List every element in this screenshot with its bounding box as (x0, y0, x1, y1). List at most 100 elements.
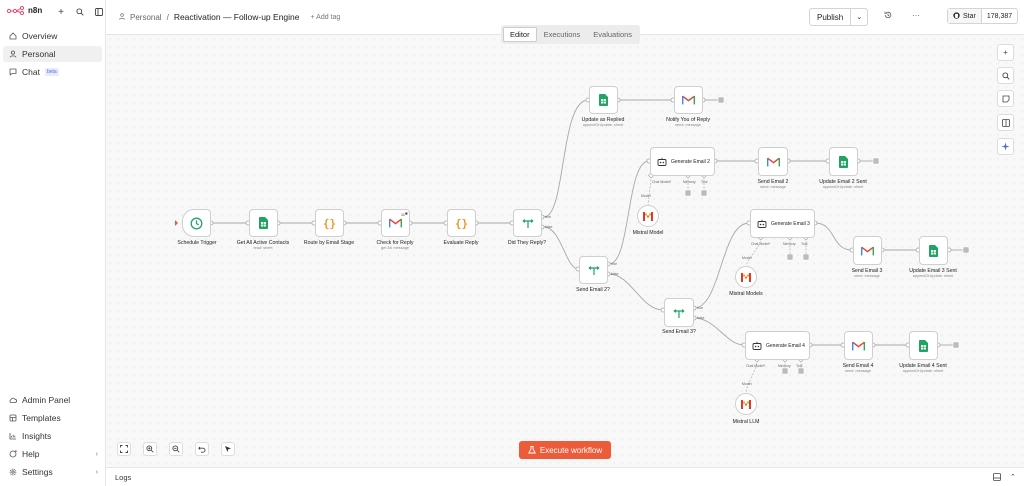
chevron-up-icon[interactable]: ⌃ (1010, 473, 1016, 481)
logs-bar[interactable]: Logs ⌃ (106, 467, 1024, 486)
gmail-icon (389, 218, 402, 228)
node-update-email-4-sent[interactable] (909, 331, 938, 360)
node-subtitle: send: message (675, 123, 701, 127)
chat-model-slot-label: Chat Model* (751, 242, 771, 246)
sidebar-toggle-icon[interactable] (94, 6, 104, 18)
github-star-button[interactable]: Star 178,387 (947, 8, 1019, 24)
node-get-active-contacts[interactable] (249, 209, 278, 237)
node-generate-email-4[interactable]: Generate Email 4 (745, 331, 810, 360)
zoom-in-button[interactable] (143, 442, 157, 456)
logs-label: Logs (115, 473, 132, 482)
node-send-email-4[interactable] (844, 331, 873, 360)
add-node-button[interactable]: + (997, 44, 1014, 61)
zoom-out-button[interactable] (169, 442, 183, 456)
node-subtitle: appendOrUpdate: sheet (582, 123, 624, 127)
node-schedule-trigger[interactable] (182, 209, 211, 237)
node-update-as-replied[interactable] (589, 86, 618, 114)
node-label: Schedule Trigger (177, 240, 217, 246)
gear-icon (8, 468, 17, 477)
node-label: Generate Email 4 (766, 342, 805, 349)
node-update-email-2-sent[interactable] (829, 147, 858, 176)
node-send-email-2-check[interactable] (579, 256, 608, 284)
code-braces-icon: {} (454, 216, 469, 230)
if-branch-icon (521, 219, 534, 228)
add-tag-button[interactable]: + Add tag (311, 14, 341, 21)
execute-workflow-button[interactable]: Execute workflow (519, 441, 611, 459)
app-logo[interactable]: n8n (7, 6, 42, 15)
chevron-right-icon: › (95, 468, 98, 476)
sidebar-item-overview[interactable]: Overview (3, 28, 102, 44)
ai-assistant-button[interactable] (997, 138, 1014, 155)
node-label: Mistral Model (632, 230, 664, 236)
tab-evaluations[interactable]: Evaluations (587, 27, 638, 42)
node-evaluate-reply[interactable]: {} (447, 209, 476, 237)
node-mistral-llm[interactable] (735, 393, 757, 415)
code-braces-icon: {} (322, 216, 337, 230)
sticky-note-button[interactable] (997, 90, 1014, 107)
search-icon[interactable] (75, 6, 85, 18)
google-sheets-icon (919, 339, 928, 352)
branch-false-label: false (611, 272, 619, 276)
node-check-for-reply[interactable]: 11 ✱ (381, 209, 410, 237)
undo-button[interactable] (195, 442, 209, 456)
n8n-logo-icon (7, 6, 25, 15)
google-sheets-icon (839, 155, 848, 168)
node-subtitle: send: message (845, 369, 871, 373)
workflow-canvas[interactable]: Schedule Trigger Get All Active Contacts… (106, 35, 1024, 467)
node-route-by-email-stage[interactable]: {} (315, 209, 344, 237)
plus-icon: + (1003, 48, 1008, 57)
logs-panel-icon[interactable] (993, 473, 1001, 483)
sidebar-item-settings[interactable]: Settings › (3, 464, 102, 480)
breadcrumb-project[interactable]: Personal (130, 13, 162, 22)
node-label: Did They Reply? (507, 240, 547, 246)
node-subtitle: send: message (760, 185, 786, 189)
chevron-down-icon[interactable]: ⌄ (851, 13, 867, 21)
node-send-email-2[interactable] (758, 147, 788, 176)
user-icon (8, 50, 17, 59)
node-mistral-models[interactable] (735, 266, 757, 288)
node-generate-email-3[interactable]: Generate Email 3 (750, 209, 815, 238)
sidebar-item-help[interactable]: Help › (3, 446, 102, 462)
node-notify-reply[interactable] (674, 86, 703, 114)
sidebar-item-templates[interactable]: Templates (3, 410, 102, 426)
mistral-icon (741, 272, 751, 282)
node-subtitle: read: sheet (253, 246, 273, 250)
fit-view-icon (120, 445, 128, 453)
node-send-email-3-check[interactable] (664, 298, 694, 327)
google-sheets-icon (599, 94, 608, 106)
node-subtitle: appendOrUpdate: sheet (822, 185, 864, 189)
publish-button[interactable]: Publish (810, 9, 852, 25)
history-icon[interactable] (884, 11, 892, 21)
sidebar-item-insights[interactable]: Insights (3, 428, 102, 444)
sidebar-item-personal[interactable]: Personal (3, 46, 102, 62)
panel-toggle-button[interactable] (997, 114, 1014, 131)
sparkle-icon (1001, 142, 1010, 151)
tab-editor[interactable]: Editor (503, 27, 537, 42)
node-did-they-reply[interactable] (513, 209, 542, 237)
user-icon (119, 12, 125, 22)
add-icon[interactable]: + (56, 6, 66, 18)
branch-false-label: false (697, 316, 705, 320)
robot-icon (657, 157, 667, 166)
sidebar-item-admin-panel[interactable]: Admin Panel (3, 392, 102, 408)
node-subtitle: appendOrUpdate: sheet (902, 369, 944, 373)
node-label: Generate Email 2 (671, 158, 710, 165)
template-icon (8, 414, 17, 423)
google-sheets-icon (929, 244, 938, 257)
sidebar-item-chat[interactable]: Chat beta (3, 64, 102, 80)
workflow-title[interactable]: Reactivation — Follow-up Engine (174, 12, 300, 22)
publish-button-group: Publish ⌄ (809, 8, 869, 26)
search-nodes-button[interactable] (997, 67, 1014, 84)
sidebar-item-label: Insights (22, 431, 52, 441)
node-update-email-3-sent[interactable] (919, 236, 948, 265)
sidebar-item-label: Templates (22, 413, 61, 423)
node-send-email-3[interactable] (853, 236, 882, 265)
if-branch-icon (587, 266, 600, 275)
node-generate-email-2[interactable]: Generate Email 2 (650, 147, 715, 176)
node-mistral-model[interactable] (637, 205, 659, 227)
tab-executions[interactable]: Executions (538, 27, 587, 42)
fit-view-button[interactable] (117, 442, 131, 456)
more-options-icon[interactable]: ··· (912, 11, 920, 20)
select-mode-button[interactable] (221, 442, 235, 456)
view-tabs: Editor Executions Evaluations (501, 25, 641, 44)
